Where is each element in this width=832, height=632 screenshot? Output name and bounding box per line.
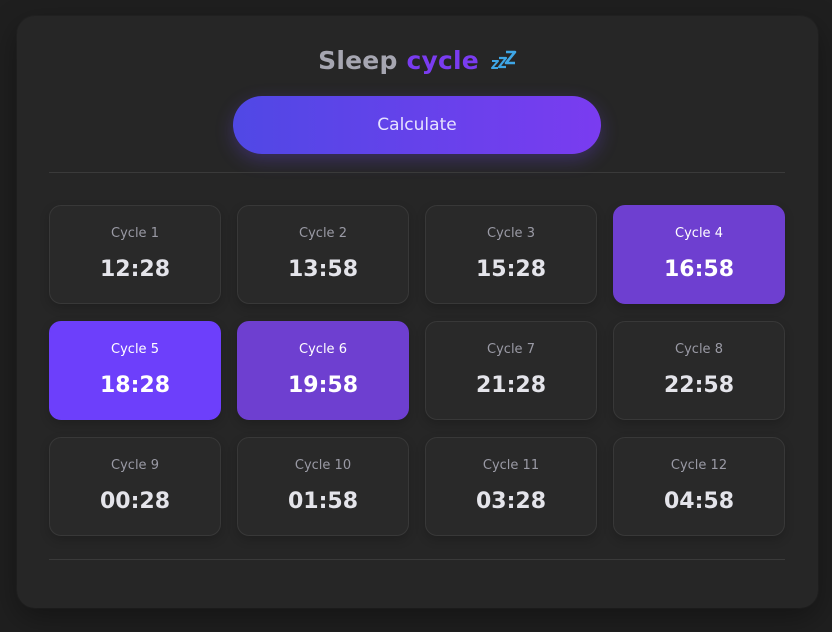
cycle-time: 00:28 [99,489,171,514]
cycle-label: Cycle 1 [111,226,159,241]
cycle-label: Cycle 10 [294,458,352,473]
sleep-cycle-card: Sleep cycle Calculate Cycle 1 12:28 Cycle … [17,16,818,608]
cycle-label: Cycle 9 [111,458,159,473]
cycle-card[interactable]: Cycle 8 22:58 [613,321,785,420]
title-word-cycle: cycle [406,46,479,75]
cycle-time: 12:28 [99,257,171,282]
cycle-card[interactable]: Cycle 7 21:28 [425,321,597,420]
top-divider [49,172,785,173]
cycle-card[interactable]: Cycle 10 01:58 [237,437,409,536]
cycle-time: 19:58 [287,373,359,398]
cycle-label: Cycle 11 [482,458,540,473]
cycle-label: Cycle 12 [670,458,728,473]
cycle-time: 18:28 [99,373,171,398]
calculate-button[interactable]: Calculate [233,96,601,154]
cycle-time: 22:58 [663,373,735,398]
cycle-label: Cycle 7 [487,342,535,357]
cycle-label: Cycle 2 [299,226,347,241]
cycle-card[interactable]: Cycle 4 16:58 [613,205,785,304]
cycle-label: Cycle 8 [675,342,723,357]
cycle-card[interactable]: Cycle 3 15:28 [425,205,597,304]
cycle-time: 03:28 [475,489,547,514]
cycle-card[interactable]: Cycle 6 19:58 [237,321,409,420]
cycle-time: 04:58 [663,489,735,514]
cycle-label: Cycle 4 [675,226,723,241]
cycle-grid: Cycle 1 12:28 Cycle 2 13:58 Cycle 3 15:28 Cycl… [49,205,785,536]
cycle-card[interactable]: Cycle 5 18:28 [49,321,221,420]
title-word-sleep: Sleep [318,46,398,75]
cycle-time: 13:58 [287,257,359,282]
cycle-card[interactable]: Cycle 9 00:28 [49,437,221,536]
cycle-time: 01:58 [287,489,359,514]
cycle-label: Cycle 6 [299,342,347,357]
cycle-time: 21:28 [475,373,547,398]
bottom-divider [49,559,785,560]
zzz-icon [490,50,517,69]
cycle-card[interactable]: Cycle 2 13:58 [237,205,409,304]
cycle-time: 15:28 [475,257,547,282]
cycle-card[interactable]: Cycle 1 12:28 [49,205,221,304]
page-title: Sleep cycle [17,46,818,75]
cycle-time: 16:58 [663,257,735,282]
cycle-label: Cycle 3 [487,226,535,241]
cycle-card[interactable]: Cycle 12 04:58 [613,437,785,536]
cycle-card[interactable]: Cycle 11 03:28 [425,437,597,536]
cycle-label: Cycle 5 [111,342,159,357]
